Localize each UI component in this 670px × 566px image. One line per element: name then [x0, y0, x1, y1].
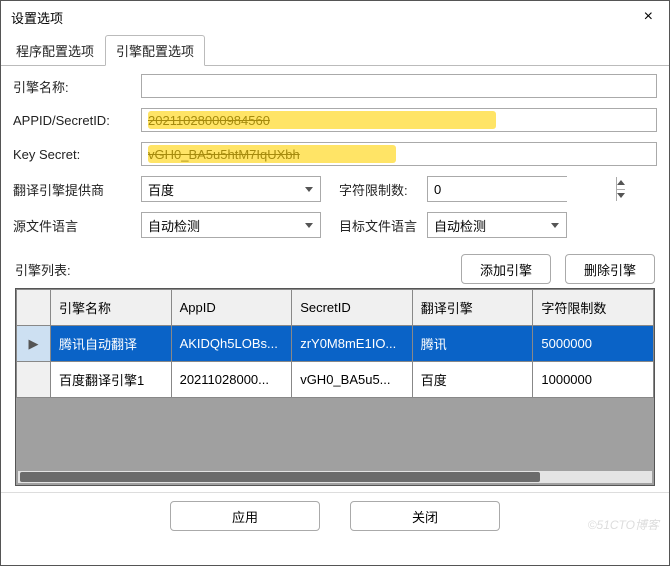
label-tgt-lang: 目标文件语言 [329, 216, 419, 235]
delete-engine-button[interactable]: 删除引擎 [565, 254, 655, 284]
horizontal-scrollbar[interactable] [18, 471, 652, 483]
char-limit-stepper[interactable] [427, 176, 567, 202]
grid-row[interactable]: 百度翻译引擎1 20211028000... vGH0_BA5u5... 百度 … [17, 362, 654, 398]
cell-engine-name[interactable]: 腾讯自动翻译 [51, 326, 172, 362]
tab-strip: 程序配置选项 引擎配置选项 [1, 35, 669, 66]
watermark: ©51CTO博客 [588, 516, 659, 533]
cell-engine[interactable]: 腾讯 [412, 326, 533, 362]
label-appid: APPID/SecretID: [13, 113, 133, 128]
src-lang-select[interactable]: 自动检测 [141, 212, 321, 238]
close-icon[interactable]: × [638, 7, 659, 27]
tgt-lang-select[interactable]: 自动检测 [427, 212, 567, 238]
label-src-lang: 源文件语言 [13, 216, 133, 235]
cell-char-limit[interactable]: 1000000 [533, 362, 654, 398]
redaction-highlight [148, 111, 496, 129]
close-button[interactable]: 关闭 [350, 501, 500, 531]
cell-char-limit[interactable]: 5000000 [533, 326, 654, 362]
stepper-up-icon[interactable] [617, 177, 625, 190]
label-keysecret: Key Secret: [13, 147, 133, 162]
col-secretid[interactable]: SecretID [292, 290, 413, 326]
cell-appid[interactable]: AKIDQh5LOBs... [171, 326, 292, 362]
char-limit-input[interactable] [428, 177, 616, 201]
cell-engine[interactable]: 百度 [412, 362, 533, 398]
col-char-limit[interactable]: 字符限制数 [533, 290, 654, 326]
cell-appid[interactable]: 20211028000... [171, 362, 292, 398]
stepper-down-icon[interactable] [617, 190, 625, 202]
titlebar: 设置选项 × [1, 1, 669, 33]
cell-secretid[interactable]: vGH0_BA5u5... [292, 362, 413, 398]
label-char-limit: 字符限制数: [329, 180, 419, 199]
engine-name-input[interactable] [141, 74, 657, 98]
engine-grid[interactable]: 引擎名称 AppID SecretID 翻译引擎 字符限制数 ▶ 腾讯自动翻译 … [15, 288, 655, 486]
label-provider: 翻译引擎提供商 [13, 180, 133, 199]
tab-engine-config[interactable]: 引擎配置选项 [105, 35, 205, 66]
grid-corner-cell[interactable] [17, 290, 51, 326]
label-engine-name: 引擎名称: [13, 77, 133, 96]
keysecret-input[interactable]: vGH0_BA5u5htM7IqUXbh [141, 142, 657, 166]
engine-config-panel: 引擎名称: APPID/SecretID: 20211028000984560 … [1, 66, 669, 248]
label-engine-list: 引擎列表: [15, 260, 71, 279]
redaction-highlight [148, 145, 396, 163]
col-engine[interactable]: 翻译引擎 [412, 290, 533, 326]
window-title: 设置选项 [11, 8, 63, 27]
tab-program-config[interactable]: 程序配置选项 [5, 35, 105, 65]
col-engine-name[interactable]: 引擎名称 [51, 290, 172, 326]
appid-input[interactable]: 20211028000984560 [141, 108, 657, 132]
col-appid[interactable]: AppID [171, 290, 292, 326]
add-engine-button[interactable]: 添加引擎 [461, 254, 551, 284]
grid-row[interactable]: ▶ 腾讯自动翻译 AKIDQh5LOBs... zrY0M8mE1IO... 腾… [17, 326, 654, 362]
provider-select[interactable]: 百度 [141, 176, 321, 202]
cell-secretid[interactable]: zrY0M8mE1IO... [292, 326, 413, 362]
scrollbar-thumb[interactable] [20, 472, 540, 482]
cell-engine-name[interactable]: 百度翻译引擎1 [51, 362, 172, 398]
row-indicator-icon: ▶ [29, 336, 39, 351]
apply-button[interactable]: 应用 [170, 501, 320, 531]
